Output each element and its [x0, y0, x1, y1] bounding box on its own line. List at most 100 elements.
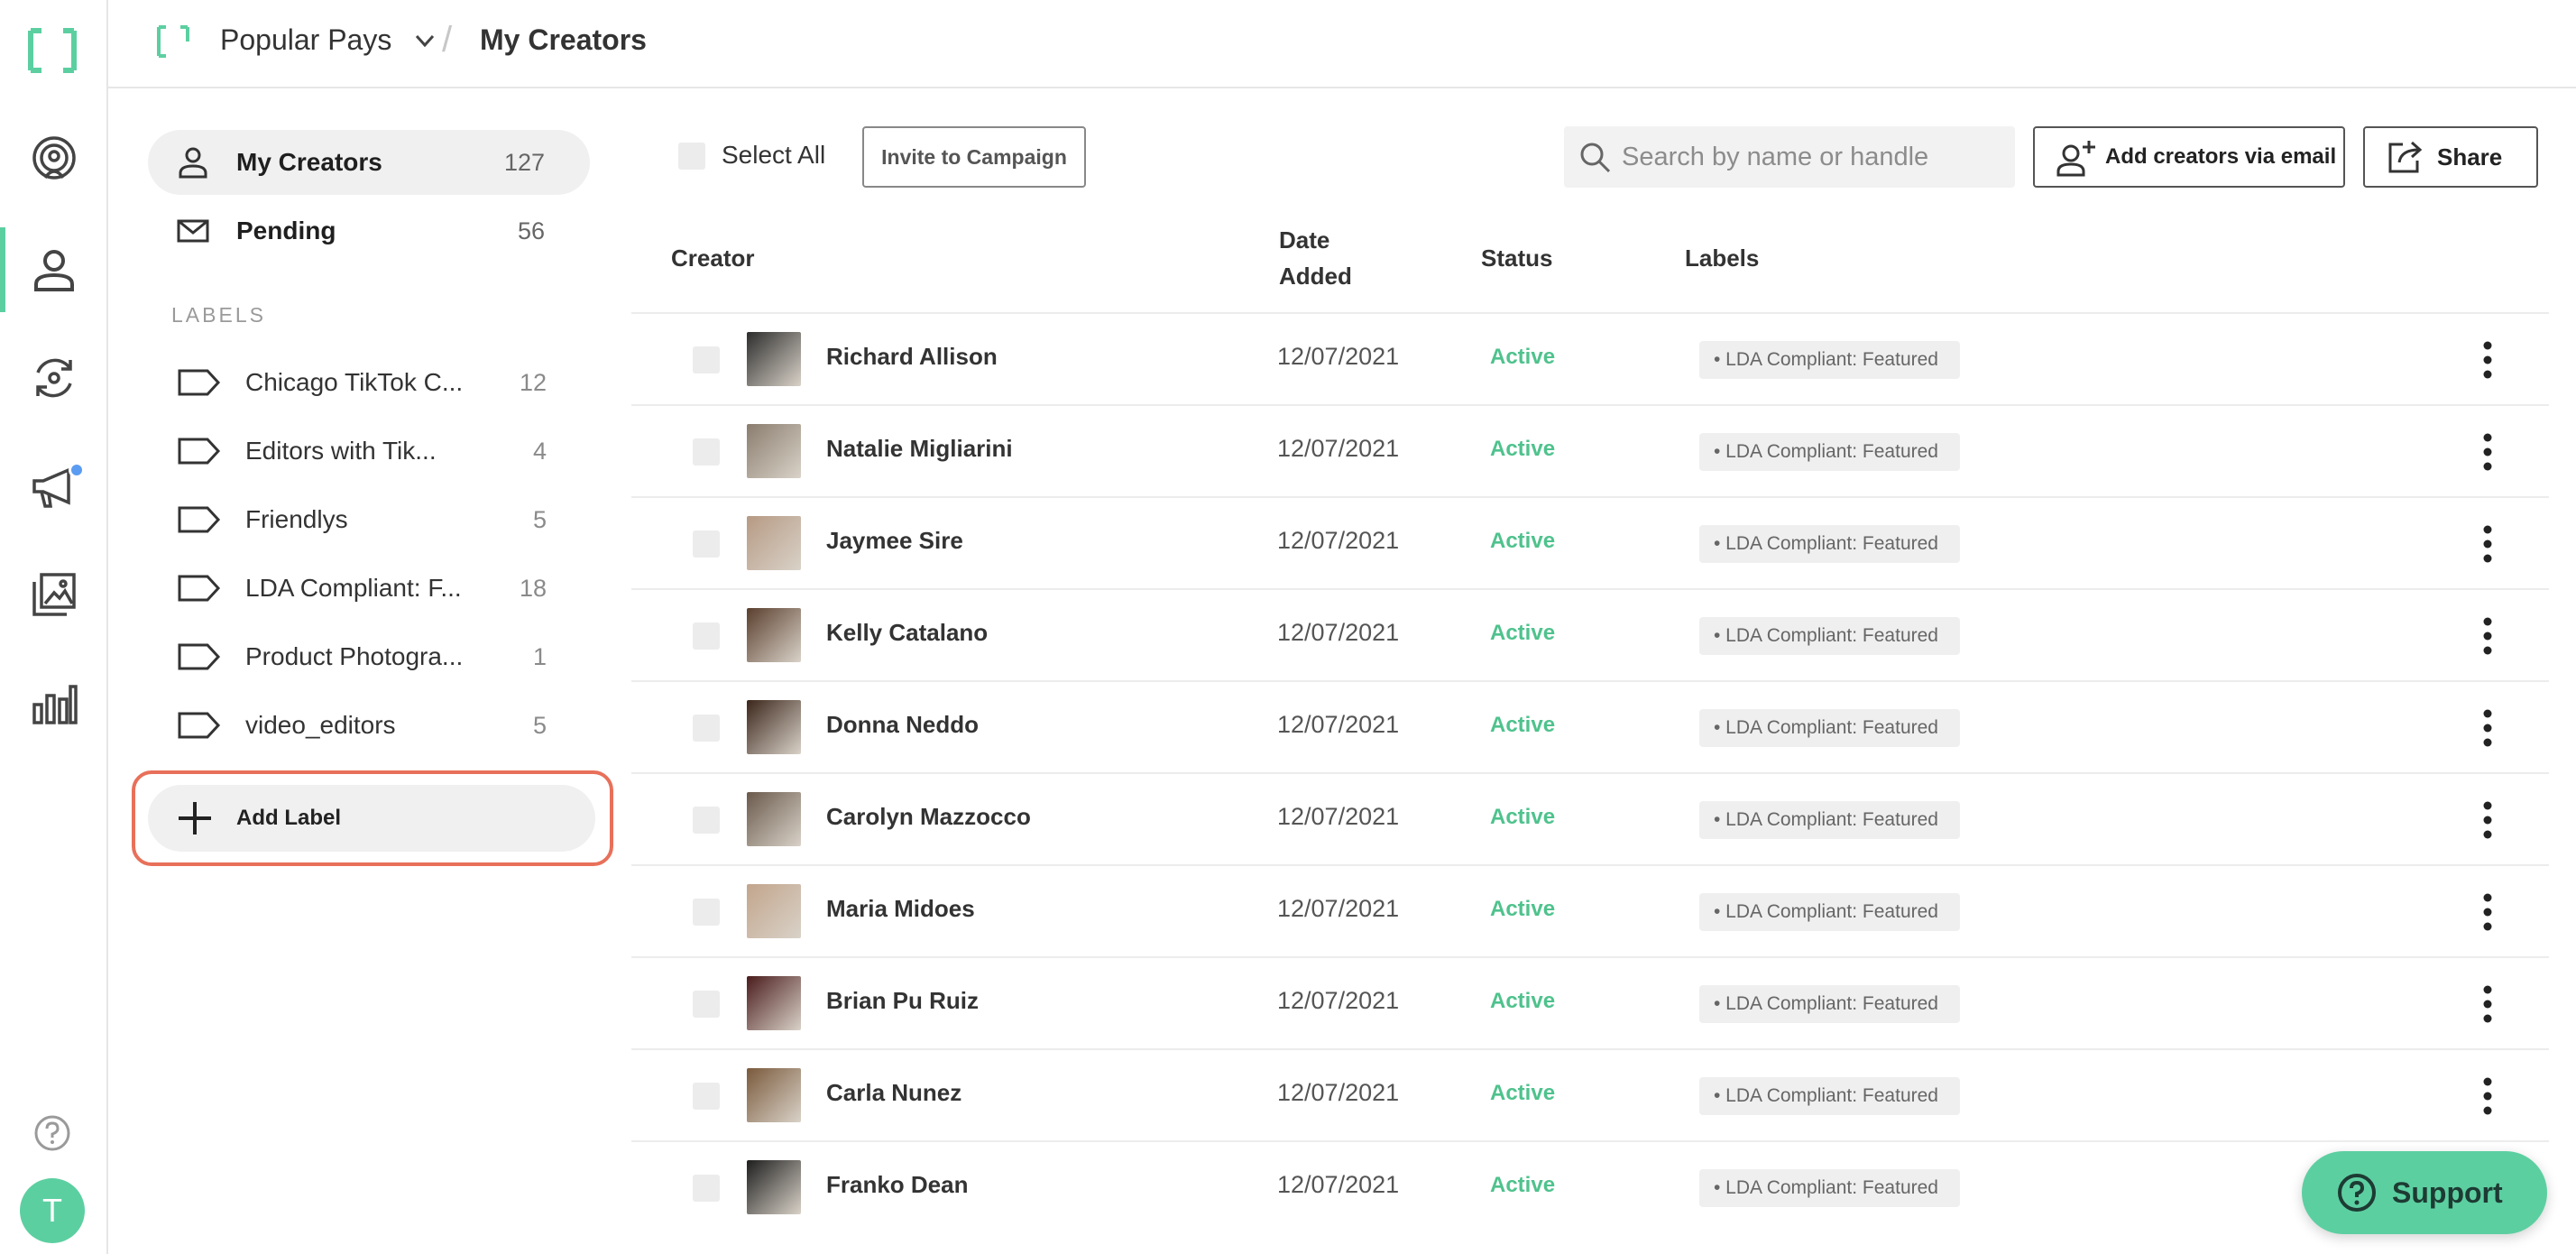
more-options-icon[interactable] [2471, 707, 2504, 749]
date-added: 12/07/2021 [1277, 711, 1400, 738]
user-avatar[interactable]: T [20, 1178, 85, 1243]
status-badge: Active [1490, 1081, 1556, 1105]
more-options-icon[interactable] [2471, 523, 2504, 565]
table-row[interactable]: Franko Dean 12/07/2021 Active • LDA Complia… [631, 1140, 2549, 1232]
support-button[interactable]: Support [2302, 1151, 2547, 1234]
more-options-icon[interactable] [2471, 1075, 2504, 1117]
share-button[interactable]: Share [2363, 126, 2538, 188]
table-row[interactable]: Kelly Catalano 12/07/2021 Active • LDA Comp… [631, 588, 2549, 680]
label-pill[interactable]: • LDA Compliant: Featured [1699, 525, 1960, 563]
share-label: Share [2437, 143, 2503, 171]
creator-name[interactable]: Donna Neddo [826, 711, 979, 739]
creator-name[interactable]: Jaymee Sire [826, 527, 963, 555]
creator-avatar[interactable] [747, 516, 801, 570]
creator-name[interactable]: Carolyn Mazzocco [826, 803, 1031, 831]
rail-item-campaigns[interactable] [0, 437, 108, 536]
add-label-button[interactable]: Add Label [148, 785, 595, 852]
brand-logo-icon[interactable] [27, 25, 78, 76]
creator-name[interactable]: Maria Midoes [826, 895, 975, 923]
creator-name[interactable]: Brian Pu Ruiz [826, 987, 979, 1015]
creator-avatar[interactable] [747, 884, 801, 938]
creator-avatar[interactable] [747, 700, 801, 754]
row-checkbox[interactable] [693, 807, 720, 834]
column-header-date-added[interactable]: Date Added [1279, 222, 1352, 294]
creator-avatar[interactable] [747, 332, 801, 386]
creator-avatar[interactable] [747, 1160, 801, 1214]
creator-name[interactable]: Carla Nunez [826, 1079, 961, 1107]
table-row[interactable]: Maria Midoes 12/07/2021 Active • LDA Compli… [631, 864, 2549, 956]
column-header-creator[interactable]: Creator [671, 240, 754, 276]
table-row[interactable]: Natalie Migliarini 12/07/2021 Active • LDA … [631, 404, 2549, 496]
add-label-highlight: Add Label [132, 770, 613, 866]
search-input[interactable] [1622, 135, 2001, 179]
row-checkbox[interactable] [693, 438, 720, 466]
row-checkbox[interactable] [693, 1175, 720, 1202]
column-header-labels[interactable]: Labels [1685, 240, 1759, 276]
label-pill[interactable]: • LDA Compliant: Featured [1699, 1169, 1960, 1207]
label-pill[interactable]: • LDA Compliant: Featured [1699, 433, 1960, 471]
row-checkbox[interactable] [693, 715, 720, 742]
search-icon [1580, 143, 1611, 173]
rail-item-content[interactable] [0, 545, 108, 644]
creator-avatar[interactable] [747, 792, 801, 846]
more-options-icon[interactable] [2471, 891, 2504, 933]
label-pill[interactable]: • LDA Compliant: Featured [1699, 985, 1960, 1023]
date-added: 12/07/2021 [1277, 343, 1400, 370]
table-row[interactable]: Brian Pu Ruiz 12/07/2021 Active • LDA Compl… [631, 956, 2549, 1048]
column-header-status[interactable]: Status [1481, 240, 1552, 276]
add-creators-via-email-button[interactable]: Add creators via email [2033, 126, 2345, 188]
more-options-icon[interactable] [2471, 983, 2504, 1025]
company-switcher[interactable]: Popular Pays [220, 23, 391, 57]
label-count: 12 [519, 368, 547, 396]
table-row[interactable]: Donna Neddo 12/07/2021 Active • LDA Complia… [631, 680, 2549, 772]
label-pill[interactable]: • LDA Compliant: Featured [1699, 709, 1960, 747]
row-checkbox[interactable] [693, 346, 720, 373]
creator-avatar[interactable] [747, 1068, 801, 1122]
more-options-icon[interactable] [2471, 615, 2504, 657]
creator-avatar[interactable] [747, 608, 801, 662]
creator-avatar[interactable] [747, 976, 801, 1030]
label-pill[interactable]: • LDA Compliant: Featured [1699, 617, 1960, 655]
status-badge: Active [1490, 1173, 1556, 1197]
row-checkbox[interactable] [693, 991, 720, 1018]
label-pill[interactable]: • LDA Compliant: Featured [1699, 341, 1960, 379]
person-icon [34, 250, 74, 291]
invite-to-campaign-button[interactable]: Invite to Campaign [862, 126, 1086, 188]
sidebar-label-item[interactable]: LDA Compliant: F... 18 [177, 566, 547, 611]
chevron-down-icon[interactable] [413, 29, 437, 52]
table-row[interactable]: Carla Nunez 12/07/2021 Active • LDA Complia… [631, 1048, 2549, 1140]
row-checkbox[interactable] [693, 1083, 720, 1110]
search-box[interactable] [1564, 126, 2015, 188]
row-checkbox[interactable] [693, 622, 720, 650]
select-all-label[interactable]: Select All [722, 141, 825, 170]
creator-name[interactable]: Kelly Catalano [826, 619, 988, 647]
creator-name[interactable]: Natalie Migliarini [826, 435, 1013, 463]
sidebar-item-my-creators[interactable]: My Creators 127 [148, 130, 590, 195]
label-pill[interactable]: • LDA Compliant: Featured [1699, 893, 1960, 931]
creator-name[interactable]: Franko Dean [826, 1171, 969, 1199]
rail-item-creators[interactable] [0, 220, 108, 319]
sidebar-label-item[interactable]: Product Photogra... 1 [177, 634, 547, 679]
rail-item-community[interactable] [0, 110, 108, 209]
more-options-icon[interactable] [2471, 339, 2504, 381]
table-row[interactable]: Carolyn Mazzocco 12/07/2021 Active • LDA Co… [631, 772, 2549, 864]
sidebar-label-item[interactable]: video_editors 5 [177, 703, 547, 748]
sidebar-item-pending[interactable]: Pending 56 [148, 198, 590, 263]
row-checkbox[interactable] [693, 899, 720, 926]
rail-item-reports[interactable] [0, 653, 108, 752]
label-pill[interactable]: • LDA Compliant: Featured [1699, 1077, 1960, 1115]
creator-avatar[interactable] [747, 424, 801, 478]
help-icon[interactable] [32, 1113, 72, 1153]
sidebar-label-item[interactable]: Editors with Tik... 4 [177, 429, 547, 474]
sidebar-label-item[interactable]: Chicago TikTok C... 12 [177, 360, 547, 405]
table-row[interactable]: Richard Allison 12/07/2021 Active • LDA Com… [631, 312, 2549, 404]
creator-name[interactable]: Richard Allison [826, 343, 998, 371]
select-all-checkbox[interactable] [678, 143, 705, 170]
more-options-icon[interactable] [2471, 799, 2504, 841]
label-pill[interactable]: • LDA Compliant: Featured [1699, 801, 1960, 839]
table-row[interactable]: Jaymee Sire 12/07/2021 Active • LDA Complia… [631, 496, 2549, 588]
more-options-icon[interactable] [2471, 431, 2504, 473]
sidebar-label-item[interactable]: Friendlys 5 [177, 497, 547, 542]
rail-item-recurring[interactable] [0, 328, 108, 428]
row-checkbox[interactable] [693, 530, 720, 558]
